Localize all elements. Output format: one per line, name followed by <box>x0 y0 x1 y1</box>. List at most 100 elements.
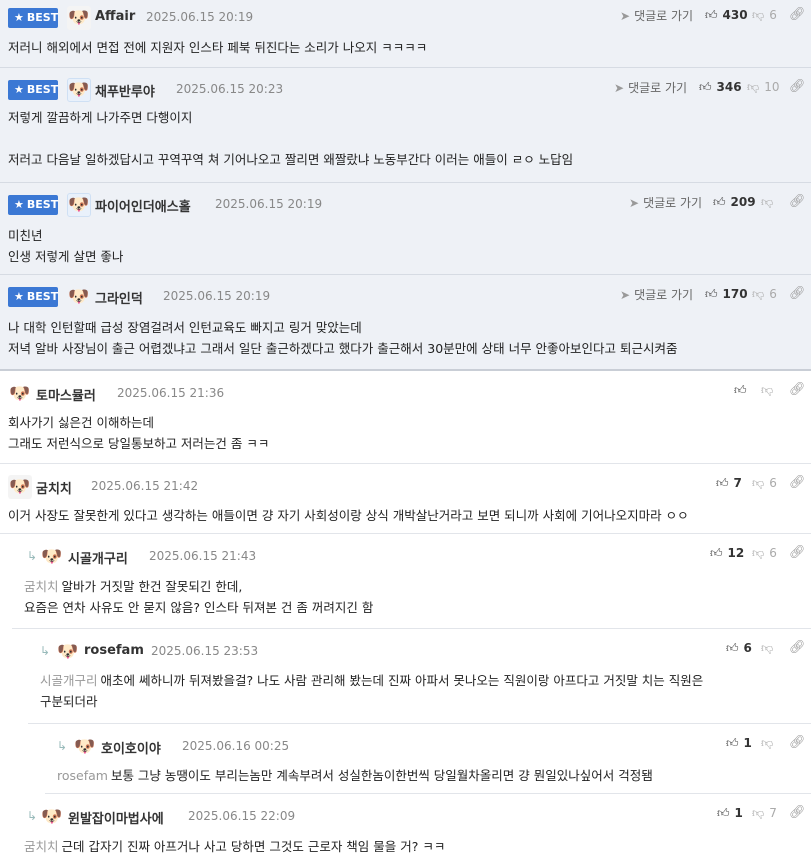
downvote-button[interactable]: 👎︎ 6 <box>752 287 777 302</box>
avatar[interactable]: 🐶 <box>8 382 32 406</box>
upvote-button[interactable]: 👍︎ 6 <box>726 641 752 656</box>
nickname[interactable]: 윈발잡이마법사에 <box>68 808 164 827</box>
reply-link[interactable]: ➤ 댓글로 가기 <box>620 286 693 303</box>
comment-header: ★ BEST 🐶 파이어인더애스홀 2025.06.15 20:19 ➤ 댓글로 가… <box>0 193 811 221</box>
nickname[interactable]: 호이호이야 <box>101 738 161 757</box>
comment-body: 미친년 인생 저렇게 살면 좋나 <box>8 228 124 264</box>
link-icon[interactable]: 🔗︎ <box>789 7 806 22</box>
downvote-button[interactable]: 👎︎ 7 <box>752 806 777 821</box>
nickname[interactable]: 굼치치 <box>36 478 72 497</box>
downvote-button[interactable]: 👎︎ 10 <box>747 80 779 95</box>
comment-body: 나 대학 인턴할때 급성 장염걸려서 인턴교육도 빠지고 링거 맞았는데 저녁 … <box>8 320 678 356</box>
comment-header: ↳ 🐶 rosefam 2025.06.15 23:53 👍︎ 6 👎︎ 🔗︎ <box>28 640 811 667</box>
upvote-button[interactable]: 👍︎ 1 <box>717 806 743 821</box>
thumbs-down-icon: 👎︎ <box>761 641 774 655</box>
nickname[interactable]: 파이어인더애스홀 <box>95 196 191 215</box>
avatar[interactable]: 🐶 <box>67 6 91 30</box>
avatar[interactable]: 🐶 <box>67 285 91 309</box>
nickname[interactable]: 그라인덕 <box>95 288 143 307</box>
mention[interactable]: 시골개구리 <box>40 673 98 688</box>
upvote-button[interactable]: 👍︎ 170 <box>705 287 748 302</box>
comment-header: ↳ 🐶 윈발잡이마법사에 2025.06.15 22:09 👍︎ 1 👎︎ 7 🔗︎ <box>12 805 811 832</box>
downvote-button[interactable]: 👎︎ <box>761 195 778 210</box>
link-icon[interactable]: 🔗︎ <box>789 194 806 209</box>
thumbs-up-icon: 👍︎ <box>699 80 712 94</box>
downvote-button[interactable]: 👎︎ 6 <box>752 8 777 23</box>
reply-arrow-icon: ➤ <box>629 196 640 210</box>
thumbs-down-icon: 👎︎ <box>761 383 774 397</box>
nickname[interactable]: 채푸반루야 <box>95 81 155 100</box>
comment-header: ↳ 🐶 호이호이야 2025.06.16 00:25 👍︎ 1 👎︎ 🔗︎ <box>45 735 811 762</box>
link-icon[interactable]: 🔗︎ <box>789 286 806 301</box>
avatar[interactable]: 🐶 <box>73 735 97 759</box>
mention[interactable]: rosefam <box>57 768 108 783</box>
upvote-button[interactable]: 👍︎ 346 <box>699 80 742 95</box>
comment-date: 2025.06.15 20:19 <box>163 289 271 303</box>
reply-comment: ↳ 🐶 윈발잡이마법사에 2025.06.15 22:09 👍︎ 1 👎︎ 7 🔗︎… <box>12 794 811 868</box>
reply-indent-icon: ↳ <box>27 549 38 563</box>
upvote-button[interactable]: 👍︎ <box>734 383 752 398</box>
thumbs-up-icon: 👍︎ <box>713 195 726 209</box>
thumbs-down-icon: 👎︎ <box>752 806 765 820</box>
comment-body: 시골개구리 애초에 쎄하니까 뒤져봤을걸? 나도 사람 관리해 봤는데 진짜 아파… <box>40 673 704 709</box>
reply-link[interactable]: ➤ 댓글로 가기 <box>620 7 693 24</box>
thumbs-down-icon: 👎︎ <box>761 195 774 209</box>
thumbs-down-icon: 👎︎ <box>761 736 774 750</box>
mention[interactable]: 굼치치 <box>24 579 59 594</box>
mention[interactable]: 굼치치 <box>24 839 59 854</box>
thumbs-up-icon: 👍︎ <box>710 546 723 560</box>
link-icon[interactable]: 🔗︎ <box>789 735 806 750</box>
downvote-button[interactable]: 👎︎ <box>761 736 778 751</box>
star-icon: ★ <box>14 290 24 303</box>
reply-comment: ↳ 🐶 호이호이야 2025.06.16 00:25 👍︎ 1 👎︎ 🔗︎ ros… <box>45 724 811 794</box>
reply-indent-icon: ↳ <box>27 809 38 823</box>
comment-date: 2025.06.15 21:36 <box>117 386 225 400</box>
reply-indent-icon: ↳ <box>57 739 68 753</box>
comment: 🐶 토마스뮬러 2025.06.15 21:36 👍︎ 👎︎ 🔗︎ 회사가기 싫… <box>0 371 811 464</box>
nickname[interactable]: Affair <box>95 9 135 24</box>
thumbs-up-icon: 👍︎ <box>716 476 729 490</box>
link-icon[interactable]: 🔗︎ <box>789 640 806 655</box>
best-comment: ★ BEST 🐶 채푸반루야 2025.06.15 20:23 ➤ 댓글로 가기 👍… <box>0 68 811 183</box>
downvote-button[interactable]: 👎︎ 6 <box>752 476 777 491</box>
nickname[interactable]: rosefam <box>84 643 144 658</box>
upvote-button[interactable]: 👍︎ 12 <box>710 546 744 561</box>
best-comment: ★ BEST 🐶 그라인덕 2025.06.15 20:19 ➤ 댓글로 가기 👍︎… <box>0 275 811 371</box>
comment: 🐶 굼치치 2025.06.15 21:42 👍︎ 7 👎︎ 6 🔗︎ 이거 사장도… <box>0 464 811 534</box>
upvote-button[interactable]: 👍︎ 430 <box>705 8 748 23</box>
link-icon[interactable]: 🔗︎ <box>789 79 806 94</box>
thumbs-up-icon: 👍︎ <box>726 641 739 655</box>
reply-link[interactable]: ➤ 댓글로 가기 <box>614 79 687 96</box>
thumbs-up-icon: 👍︎ <box>734 383 747 397</box>
upvote-button[interactable]: 👍︎ 1 <box>726 736 752 751</box>
avatar[interactable]: 🐶 <box>8 475 32 499</box>
reply-link[interactable]: ➤ 댓글로 가기 <box>629 194 702 211</box>
upvote-button[interactable]: 👍︎ 7 <box>716 476 742 491</box>
avatar[interactable]: 🐶 <box>67 78 91 102</box>
reply-indent-icon: ↳ <box>40 644 51 658</box>
link-icon[interactable]: 🔗︎ <box>789 545 806 560</box>
avatar[interactable]: 🐶 <box>40 805 64 829</box>
upvote-button[interactable]: 👍︎ 209 <box>713 195 756 210</box>
reply-arrow-icon: ➤ <box>620 9 631 23</box>
downvote-button[interactable]: 👎︎ 6 <box>752 546 777 561</box>
comment-date: 2025.06.15 21:42 <box>91 479 199 493</box>
nickname[interactable]: 토마스뮬러 <box>36 385 96 404</box>
thumbs-down-icon: 👎︎ <box>752 287 765 301</box>
comment-header: 🐶 토마스뮬러 2025.06.15 21:36 👍︎ 👎︎ 🔗︎ <box>0 382 811 409</box>
downvote-button[interactable]: 👎︎ <box>761 383 778 398</box>
avatar[interactable]: 🐶 <box>56 640 80 664</box>
avatar[interactable]: 🐶 <box>40 545 64 569</box>
link-icon[interactable]: 🔗︎ <box>789 382 806 397</box>
best-badge: ★ BEST <box>8 195 58 215</box>
nickname[interactable]: 시골개구리 <box>68 548 128 567</box>
comment-body: 이거 사장도 잘못한게 있다고 생각하는 애들이면 걍 자기 사회성이랑 상식 … <box>8 508 689 523</box>
thumbs-down-icon: 👎︎ <box>752 476 765 490</box>
avatar[interactable]: 🐶 <box>67 193 91 217</box>
link-icon[interactable]: 🔗︎ <box>789 475 806 490</box>
comment-header: ★ BEST 🐶 채푸반루야 2025.06.15 20:23 ➤ 댓글로 가기 👍… <box>0 78 811 106</box>
downvote-button[interactable]: 👎︎ <box>761 641 778 656</box>
comment-body: 회사가기 싫은건 이해하는데 그래도 저런식으로 당일통보하고 저러는건 좀 ㅋ… <box>8 415 270 451</box>
link-icon[interactable]: 🔗︎ <box>789 805 806 820</box>
best-badge: ★ BEST <box>8 8 58 28</box>
